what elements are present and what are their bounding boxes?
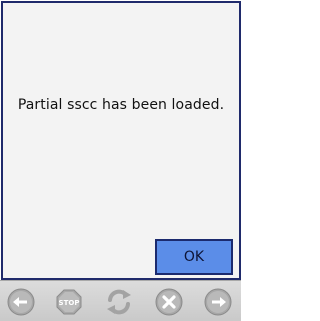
dialog-message: Partial sscc has been loaded. xyxy=(17,97,225,113)
refresh-icon xyxy=(107,289,131,315)
stop-label: STOP xyxy=(59,299,80,307)
forward-arrow-icon xyxy=(204,288,232,316)
back-button[interactable] xyxy=(6,287,36,317)
message-dialog: Partial sscc has been loaded. OK xyxy=(1,1,241,280)
back-arrow-icon xyxy=(7,288,35,316)
browser-toolbar: STOP xyxy=(0,280,241,321)
refresh-button[interactable] xyxy=(104,287,134,317)
screen: Partial sscc has been loaded. OK STOP xyxy=(0,0,241,321)
ok-button[interactable]: OK xyxy=(155,239,233,275)
cancel-button[interactable] xyxy=(154,287,184,317)
cancel-icon xyxy=(155,288,183,316)
stop-icon: STOP xyxy=(56,289,82,315)
stop-button[interactable]: STOP xyxy=(54,287,84,317)
forward-button[interactable] xyxy=(203,287,233,317)
